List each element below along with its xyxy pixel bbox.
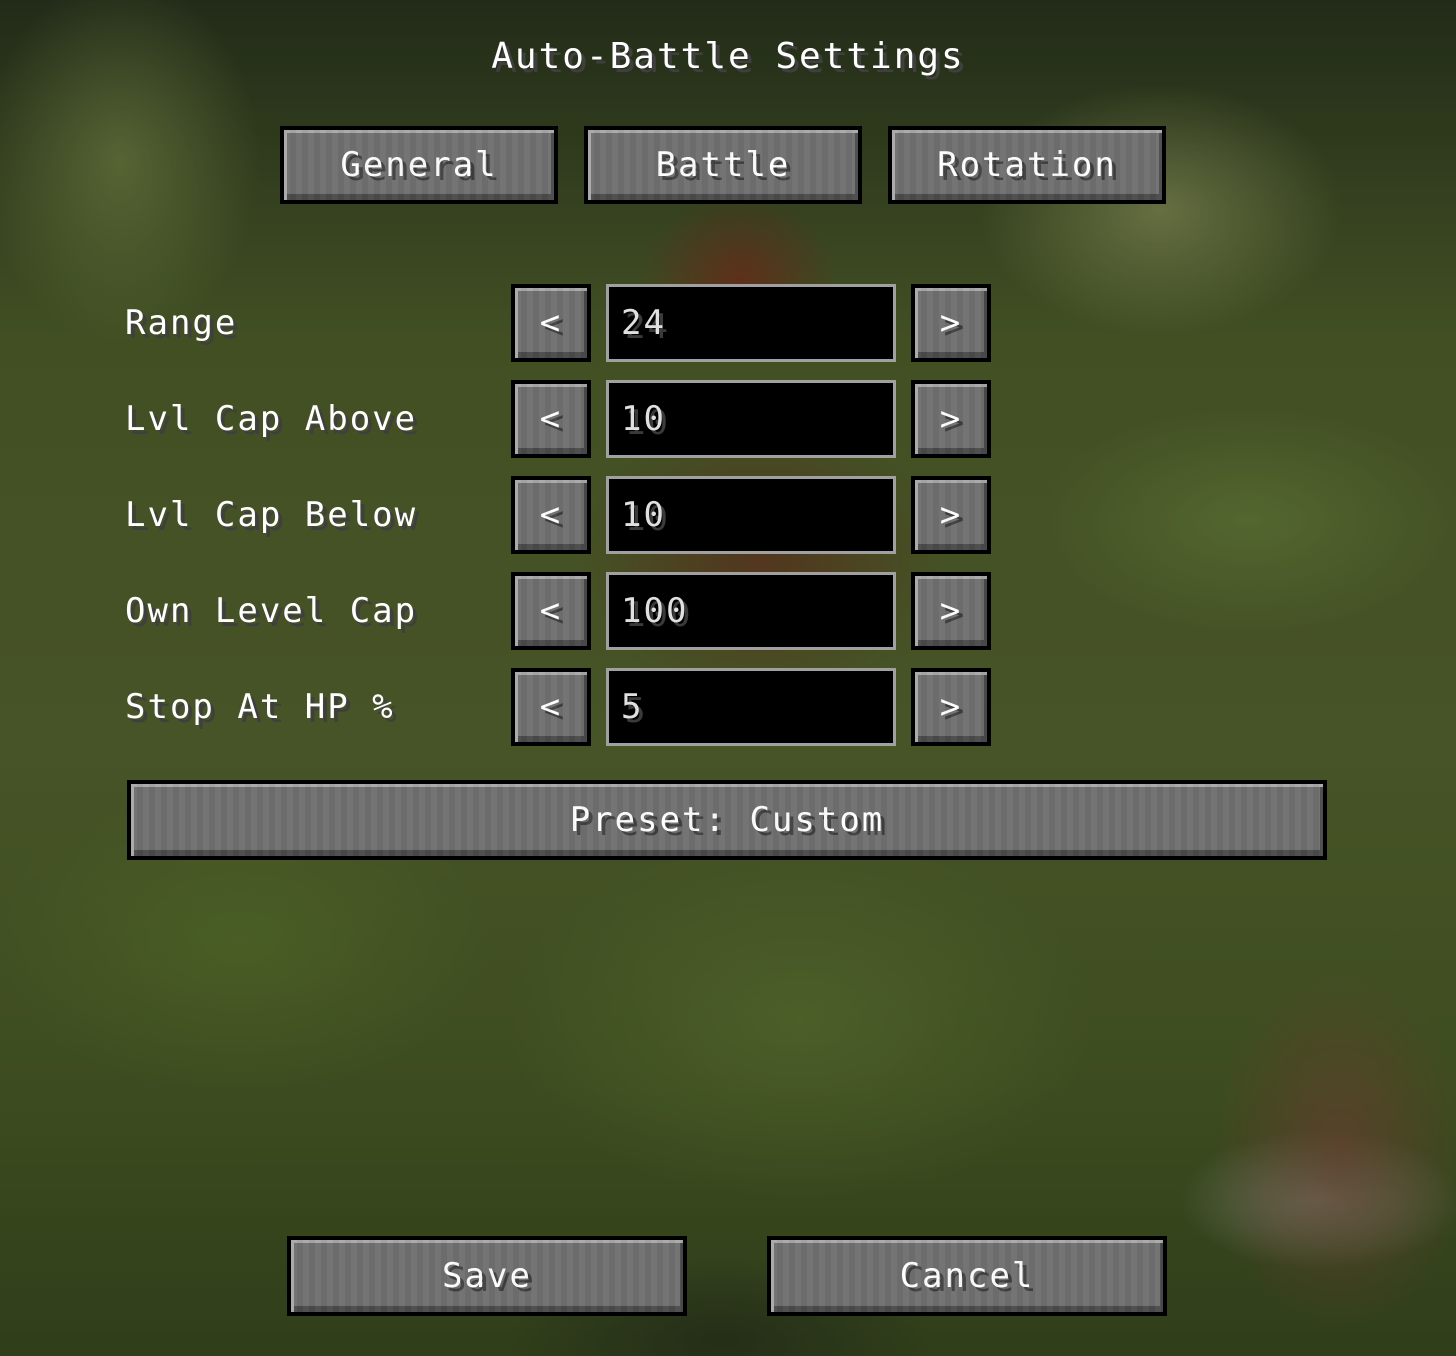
range-decrease-button[interactable]: < <box>511 284 591 362</box>
preset-button[interactable]: Preset: Custom <box>127 780 1327 860</box>
range-increase-button[interactable]: > <box>911 284 991 362</box>
range-label: Range <box>125 303 238 343</box>
tab-battle[interactable]: Battle <box>584 126 862 204</box>
stop-at-hp-increase-button[interactable]: > <box>911 668 991 746</box>
screen-title: Auto-Battle Settings <box>491 36 965 77</box>
lvl-cap-above-label: Lvl Cap Above <box>125 399 418 439</box>
save-button[interactable]: Save <box>287 1236 687 1316</box>
tab-general[interactable]: General <box>280 126 558 204</box>
own-level-cap-decrease-button[interactable]: < <box>511 572 591 650</box>
own-level-cap-input[interactable]: 100 <box>606 572 896 650</box>
cancel-button[interactable]: Cancel <box>767 1236 1167 1316</box>
lvl-cap-above-decrease-button[interactable]: < <box>511 380 591 458</box>
tab-rotation[interactable]: Rotation <box>888 126 1166 204</box>
lvl-cap-below-decrease-button[interactable]: < <box>511 476 591 554</box>
stop-at-hp-label: Stop At HP % <box>125 687 395 727</box>
lvl-cap-above-input[interactable]: 10 <box>606 380 896 458</box>
range-input[interactable]: 24 <box>606 284 896 362</box>
own-level-cap-label: Own Level Cap <box>125 591 418 631</box>
lvl-cap-above-increase-button[interactable]: > <box>911 380 991 458</box>
stop-at-hp-decrease-button[interactable]: < <box>511 668 591 746</box>
lvl-cap-below-increase-button[interactable]: > <box>911 476 991 554</box>
stop-at-hp-input[interactable]: 5 <box>606 668 896 746</box>
lvl-cap-below-label: Lvl Cap Below <box>125 495 418 535</box>
own-level-cap-increase-button[interactable]: > <box>911 572 991 650</box>
lvl-cap-below-input[interactable]: 10 <box>606 476 896 554</box>
